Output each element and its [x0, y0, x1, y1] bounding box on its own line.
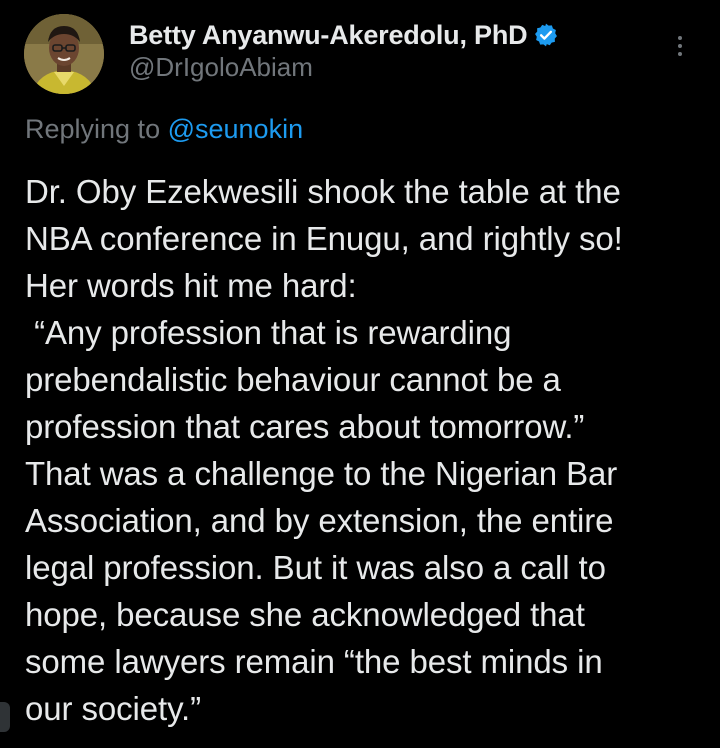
tweet-text-line: prebendalistic behaviour cannot be a [25, 361, 561, 398]
tweet-text-line: Her words hit me hard: [25, 267, 357, 304]
tweet-text-line: profession that cares about tomorrow.” [25, 408, 585, 445]
author-display-name[interactable]: Betty Anyanwu-Akeredolu, PhD [129, 20, 528, 51]
edge-drag-handle[interactable] [0, 702, 10, 732]
tweet-text-line: Dr. Oby Ezekwesili shook the table at th… [25, 173, 621, 210]
replying-to-line: Replying to @seunokin [25, 114, 303, 145]
tweet-text-line: hope, because she acknowledged that [25, 596, 585, 633]
tweet-text-line: NBA conference in Enugu, and rightly so! [25, 220, 623, 257]
tweet-text-line: some lawyers remain “the best minds in [25, 643, 603, 680]
verified-badge-icon [533, 22, 559, 48]
tweet-text-line: Association, and by extension, the entir… [25, 502, 614, 539]
avatar[interactable] [24, 14, 104, 94]
more-options-button[interactable] [664, 30, 696, 62]
author-handle[interactable]: @DrIgoloAbiam [129, 52, 313, 83]
more-vertical-icon-dot [678, 52, 682, 56]
tweet-text-line: That was a challenge to the Nigerian Bar [25, 455, 618, 492]
more-vertical-icon [678, 36, 682, 40]
author-name-row[interactable]: Betty Anyanwu-Akeredolu, PhD [129, 18, 559, 52]
tweet-text-line: legal profession. But it was also a call… [25, 549, 606, 586]
reply-mention-link[interactable]: @seunokin [168, 114, 304, 144]
tweet-text-line: our society.” [25, 690, 201, 727]
profile-photo-icon [24, 14, 104, 94]
tweet-text: Dr. Oby Ezekwesili shook the table at th… [25, 168, 715, 732]
replying-to-label: Replying to [25, 114, 168, 144]
more-vertical-icon-dot [678, 44, 682, 48]
tweet-text-line: “Any profession that is rewarding [25, 314, 512, 351]
